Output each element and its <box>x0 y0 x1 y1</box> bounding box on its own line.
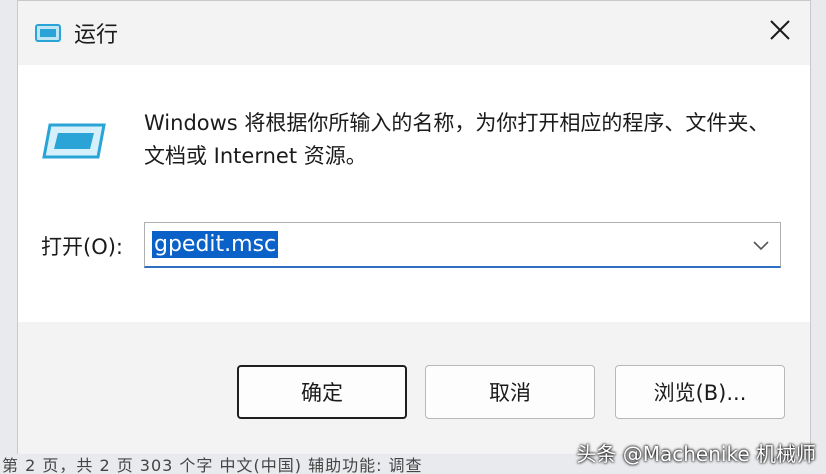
open-input[interactable]: gpedit.msc <box>152 231 279 258</box>
open-combobox[interactable]: gpedit.msc <box>144 222 781 268</box>
dialog-content: Windows 将根据你所输入的名称，为你打开相应的程序、文件夹、文档或 Int… <box>18 65 810 322</box>
open-label: 打开(O): <box>41 235 123 259</box>
status-text: 第 2 页，共 2 页 303 个字 中文(中国) 辅助功能: 调查 <box>2 456 423 474</box>
run-icon <box>42 121 106 165</box>
run-window-icon <box>35 23 63 47</box>
watermark: 头条 @Machenike 机械师 <box>576 442 816 466</box>
browse-button[interactable]: 浏览(B)... <box>615 365 785 419</box>
close-button[interactable] <box>750 1 810 63</box>
title-bar[interactable]: 运行 <box>18 1 810 65</box>
window-title: 运行 <box>74 23 119 48</box>
cancel-button[interactable]: 取消 <box>425 365 595 419</box>
run-dialog: 运行 Windows 将根据你所输入的名称，为你打开相应的程序、文件夹、文档或 … <box>17 0 811 455</box>
ok-button[interactable]: 确定 <box>237 365 407 419</box>
dialog-description: Windows 将根据你所输入的名称，为你打开相应的程序、文件夹、文档或 Int… <box>144 111 770 168</box>
dialog-footer: 确定 取消 浏览(B)... <box>18 322 810 455</box>
close-icon <box>769 19 791 45</box>
chevron-down-icon[interactable] <box>752 236 770 255</box>
